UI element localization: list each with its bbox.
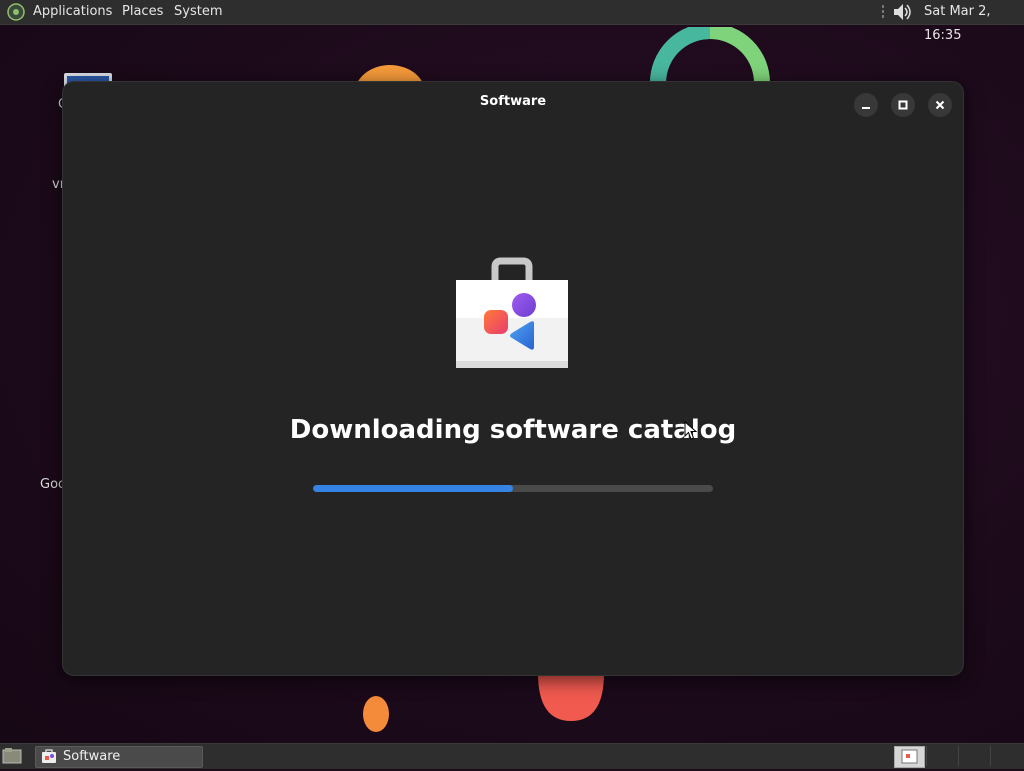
close-button[interactable] <box>928 93 952 117</box>
menu-places[interactable]: Places <box>122 0 163 24</box>
top-panel: Applications Places System Sat Mar 2, 16… <box>0 0 1024 43</box>
taskbar-item-label: Software <box>63 749 121 764</box>
maximize-icon <box>898 100 908 110</box>
workspace-1[interactable] <box>894 746 925 768</box>
software-window: Software Downloading software catalog <box>62 81 964 676</box>
volume-icon[interactable] <box>880 2 914 22</box>
bottom-panel: Software <box>0 743 1024 769</box>
minimize-button[interactable] <box>854 93 878 117</box>
software-store-icon <box>42 749 56 763</box>
show-desktop-icon[interactable] <box>2 747 22 765</box>
status-heading: Downloading software catalog <box>289 415 737 445</box>
menu-system[interactable]: System <box>174 0 222 24</box>
workspace-2[interactable] <box>926 746 956 766</box>
workspace-4[interactable] <box>990 746 1020 766</box>
clock[interactable]: Sat Mar 2, 16:35 <box>924 0 1024 43</box>
maximize-button[interactable] <box>891 93 915 117</box>
minimize-icon <box>862 107 870 109</box>
taskbar-item-software[interactable]: Software <box>35 746 203 768</box>
progress-bar-fill <box>313 485 513 492</box>
decorative-blob-small <box>363 696 389 732</box>
applications-menu-icon[interactable] <box>7 3 25 21</box>
software-store-bag-icon <box>456 257 568 368</box>
progress-bar <box>313 485 713 492</box>
mouse-pointer-icon <box>684 421 698 440</box>
window-title: Software <box>479 94 547 109</box>
decorative-ring-green <box>650 27 770 83</box>
close-icon <box>935 100 945 110</box>
workspace-3[interactable] <box>958 746 988 766</box>
decorative-blob-red <box>538 673 604 721</box>
workspace-window-icon <box>901 749 918 764</box>
menu-applications[interactable]: Applications <box>33 0 112 24</box>
